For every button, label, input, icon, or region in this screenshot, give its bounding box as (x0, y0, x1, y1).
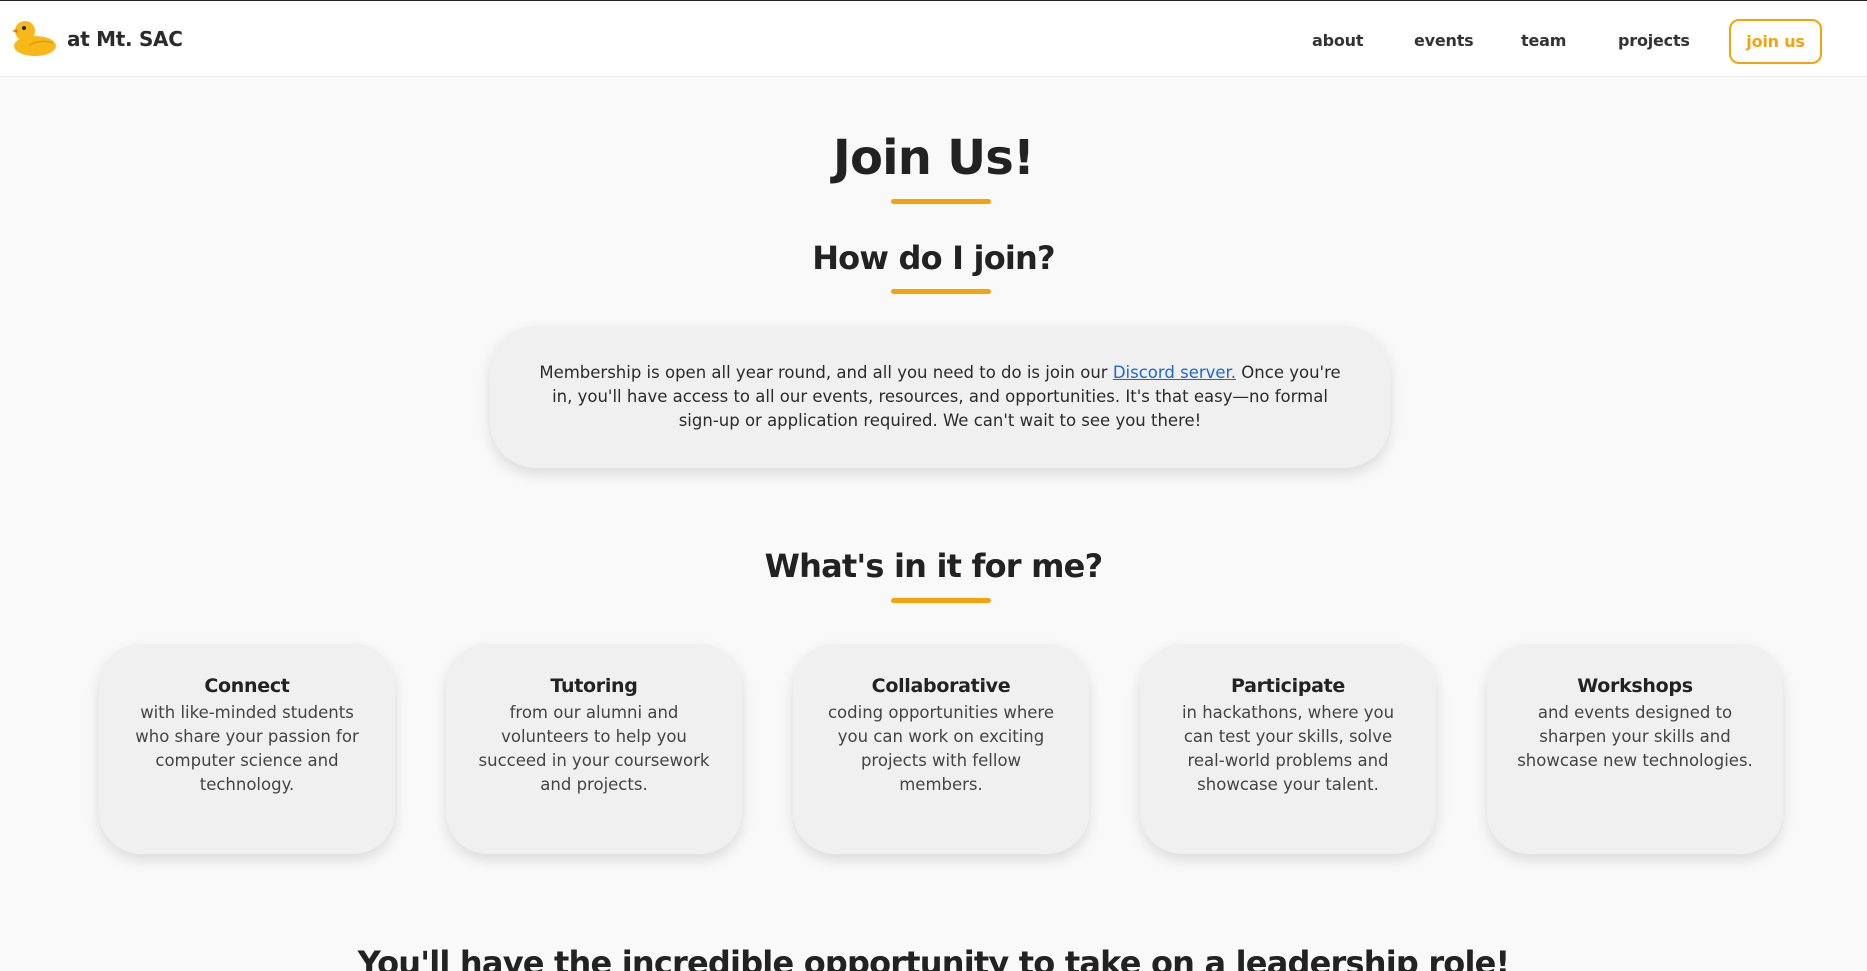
nav-projects[interactable]: projects (1618, 31, 1690, 50)
how-to-join-heading: How do I join? (812, 239, 1055, 277)
benefit-description: from our alumni and volunteers to help y… (478, 703, 710, 794)
site-header: at Mt. SAC about events team projects jo… (0, 1, 1867, 77)
rubber-duck-icon[interactable] (9, 17, 57, 57)
benefit-title: Tutoring (550, 675, 638, 697)
benefit-description: coding opportunities where you can work … (827, 703, 1054, 794)
benefit-card-collaborative: Collaborative coding opportunities where… (793, 644, 1089, 854)
benefits-heading-underline (891, 598, 991, 603)
nav-team[interactable]: team (1521, 31, 1566, 50)
benefit-card-tutoring: Tutoring from our alumni and volunteers … (446, 644, 742, 854)
how-heading-underline (891, 289, 991, 294)
benefit-title: Collaborative (871, 675, 1011, 697)
leadership-heading: You'll have the incredible opportunity t… (357, 944, 1511, 971)
join-us-button[interactable]: join us (1729, 19, 1822, 64)
membership-info-card: Membership is open all year round, and a… (490, 326, 1390, 468)
page-title: Join Us! (832, 130, 1035, 186)
discord-server-link[interactable]: Discord server. (1113, 363, 1236, 382)
nav-about[interactable]: about (1312, 31, 1363, 50)
benefit-title: Connect (204, 675, 290, 697)
benefit-title: Workshops (1577, 675, 1693, 697)
membership-text: Membership is open all year round, and a… (536, 361, 1344, 433)
nav-events[interactable]: events (1414, 31, 1474, 50)
benefit-title: Participate (1230, 675, 1346, 697)
membership-text-start: Membership is open all year round, and a… (539, 363, 1113, 382)
benefit-card-connect: Connect with like-minded students who sh… (99, 644, 395, 854)
benefit-card-participate: Participate in hackathons, where you can… (1140, 644, 1436, 854)
benefit-description: in hackathons, where you can test your s… (1181, 703, 1395, 794)
brand-name[interactable]: at Mt. SAC (67, 27, 183, 51)
title-underline (891, 199, 991, 204)
benefit-description: with like-minded students who share your… (135, 703, 359, 794)
benefit-card-workshops: Workshops and events designed to sharpen… (1487, 644, 1783, 854)
benefits-heading: What's in it for me? (764, 547, 1104, 585)
benefit-description: and events designed to sharpen your skil… (1517, 703, 1753, 770)
